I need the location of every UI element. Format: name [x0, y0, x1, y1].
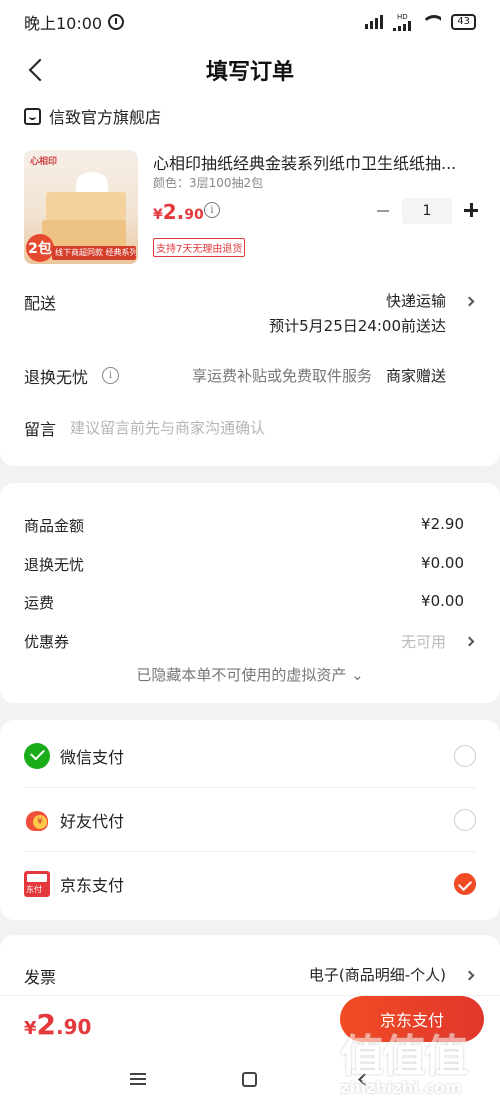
- order-total: ¥2.90: [24, 1008, 92, 1041]
- product-pack-badge: 2包: [26, 234, 54, 262]
- signal-hd-icon: [393, 20, 412, 31]
- delivery-method[interactable]: 快递运输: [386, 290, 446, 311]
- payment-name: 微信支付: [60, 747, 125, 767]
- product-name[interactable]: 心相印抽纸经典金装系列纸巾卫生纸纸抽...: [153, 150, 475, 174]
- product-image-logo: 心相印: [30, 157, 58, 167]
- store-name: 信致官方旗舰店: [49, 108, 162, 127]
- chevron-right-icon[interactable]: [464, 970, 475, 981]
- battery-icon: 43: [451, 14, 476, 30]
- delivery-label: 配送: [24, 294, 57, 313]
- quantity-input[interactable]: 1: [402, 198, 452, 224]
- return-policy-tag: 支持7天无理由退货: [153, 238, 246, 257]
- page-header: 填写订单: [0, 44, 500, 96]
- status-time: 晚上10:00: [24, 14, 103, 33]
- payment-radio-wechat[interactable]: [454, 744, 476, 767]
- coupon-label: 优惠券: [24, 633, 70, 651]
- hidden-assets-toggle[interactable]: 已隐藏本单不可使用的虚拟资产 ⌄: [0, 664, 500, 685]
- coupon-row[interactable]: 优惠券 无可用: [24, 631, 446, 652]
- chevron-right-icon[interactable]: [464, 296, 475, 307]
- shipping-fee-row: 运费 ¥0.00: [24, 592, 464, 613]
- product-spec: 颜色：3层100抽2包: [153, 176, 264, 190]
- increase-quantity-button[interactable]: [460, 199, 482, 223]
- site-watermark: 值值值 zhizhizhi.com: [340, 1020, 490, 1105]
- payment-option-friend[interactable]: 好友代付: [24, 788, 476, 852]
- status-indicators: HD 43: [365, 12, 476, 31]
- returns-help-icon[interactable]: i: [102, 367, 119, 384]
- home-icon[interactable]: [242, 1072, 257, 1087]
- returns-fee-value: ¥0.00: [421, 554, 464, 572]
- menu-icon[interactable]: [130, 1073, 146, 1085]
- decrease-quantity-button[interactable]: [372, 199, 394, 223]
- back-arrow-icon[interactable]: [26, 58, 46, 82]
- wechat-pay-icon: [24, 742, 50, 769]
- store-link[interactable]: 信致官方旗舰店: [24, 104, 161, 128]
- goods-amount-row: 商品金额 ¥2.90: [24, 515, 464, 536]
- payment-name: 京东支付: [60, 876, 125, 895]
- alarm-icon: [108, 14, 125, 30]
- price-info-icon[interactable]: i: [204, 202, 220, 218]
- message-label: 留言: [24, 420, 57, 439]
- payment-methods-card: 微信支付 好友代付 京东支付: [0, 720, 500, 920]
- product-image[interactable]: 心相印 2包 线下商超同款 经典系列: [24, 150, 138, 264]
- chevron-right-icon[interactable]: [464, 636, 475, 647]
- product-image-ribbon: 线下商超同款 经典系列: [52, 246, 136, 260]
- friend-pay-icon: [24, 807, 50, 833]
- invoice-label: 发票: [24, 968, 57, 987]
- page-title: 填写订单: [205, 60, 294, 85]
- watermark-site: zhizhizhi.com: [340, 1078, 462, 1097]
- order-items-card: 信致官方旗舰店 心相印 2包 线下商超同款 经典系列 心相印抽纸经典金装系列纸巾…: [0, 96, 500, 466]
- payment-name: 好友代付: [60, 811, 125, 831]
- invoice-value[interactable]: 电子(商品明细-个人): [309, 964, 446, 985]
- returns-fee-label: 退换无忧: [24, 556, 85, 574]
- returns-gift: 商家赠送: [385, 367, 446, 385]
- payment-option-wechat[interactable]: 微信支付: [24, 724, 476, 788]
- watermark-logo: 值值值: [340, 1031, 468, 1082]
- returns-fee-row: 退换无忧 ¥0.00: [24, 554, 464, 575]
- payment-radio-jd[interactable]: [454, 873, 476, 895]
- invoice-card[interactable]: 发票 电子(商品明细-个人): [0, 935, 500, 995]
- store-icon: [24, 107, 41, 125]
- wifi-icon: [421, 15, 442, 29]
- shipping-fee-label: 运费: [24, 594, 55, 612]
- goods-amount-label: 商品金额: [24, 517, 85, 535]
- quantity-stepper: 1: [372, 198, 482, 224]
- delivery-eta: 预计5月25日24:00前送达: [269, 317, 446, 335]
- returns-desc: 享运费补贴或免费取件服务: [191, 367, 372, 385]
- shipping-fee-value: ¥0.00: [421, 592, 464, 610]
- jd-pay-icon: [24, 871, 50, 897]
- coupon-value: 无可用: [400, 633, 446, 651]
- payment-radio-friend[interactable]: [454, 808, 476, 831]
- status-bar: 晚上10:00 HD 43: [0, 0, 500, 44]
- message-input[interactable]: 建议留言前先与商家沟通确认: [70, 417, 265, 438]
- price-summary-card: 商品金额 ¥2.90 退换无忧 ¥0.00 运费 ¥0.00 优惠券 无可用 已…: [0, 483, 500, 703]
- payment-option-jd[interactable]: 京东支付: [24, 852, 476, 916]
- goods-amount-value: ¥2.90: [421, 515, 464, 533]
- returns-label: 退换无忧: [24, 368, 89, 387]
- battery-level: 43: [457, 16, 470, 27]
- network-label: HD: [396, 12, 408, 21]
- signal-icon: [365, 15, 384, 29]
- product-price: ¥2.90: [153, 200, 204, 224]
